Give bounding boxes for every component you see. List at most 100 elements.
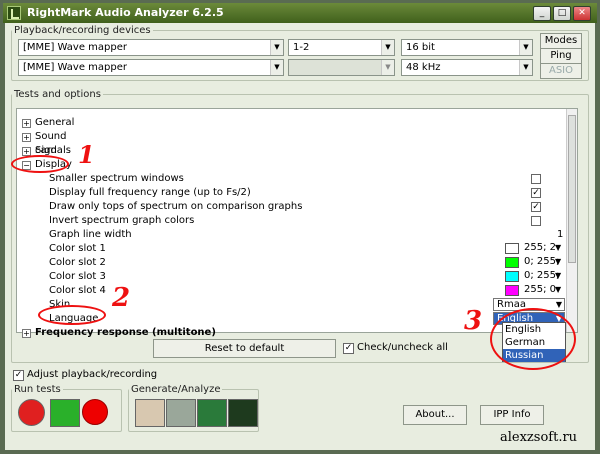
waveform-icon[interactable]	[166, 399, 196, 427]
annotation-number: 1	[78, 140, 95, 169]
chevron-down-icon: ▼	[270, 40, 283, 55]
color-slot-picker[interactable]: 255; 2 ▼	[505, 242, 565, 255]
option-checkbox[interactable]: ✓	[531, 188, 541, 198]
reset-default-button[interactable]: Reset to default	[153, 339, 336, 358]
expand-icon[interactable]: +	[22, 329, 31, 338]
color-swatch	[505, 285, 519, 296]
option-label: Graph line width	[49, 229, 132, 240]
channels-value: 1-2	[293, 42, 310, 53]
analyze-icon[interactable]	[197, 399, 227, 427]
annotation-circle-language	[38, 305, 106, 325]
option-color-slot-4: Color slot 4 255; 0 ▼	[17, 284, 567, 298]
option-checkbox[interactable]	[531, 174, 541, 184]
chevron-down-icon: ▼	[555, 300, 562, 309]
speaker-icon[interactable]	[50, 399, 80, 427]
playback-device-value: [MME] Wave mapper	[23, 42, 128, 53]
ipp-info-button[interactable]: IPP Info	[480, 405, 544, 425]
playback-device-select[interactable]: [MME] Wave mapper ▼	[18, 39, 284, 56]
option-label: Color slot 3	[49, 271, 106, 282]
adjust-checkbox[interactable]: ✓	[13, 370, 24, 381]
tree-node-label: General	[35, 117, 75, 128]
option-checkbox[interactable]	[531, 216, 541, 226]
minimize-button[interactable]: _	[533, 6, 551, 21]
chevron-down-icon: ▼	[555, 285, 562, 294]
app-window: RightMark Audio Analyzer 6.2.5 _ □ ✕ Pla…	[0, 0, 600, 454]
color-slot-picker[interactable]: 0; 255; ▼	[505, 256, 565, 269]
chevron-down-icon: ▼	[381, 60, 394, 75]
color-slot-picker[interactable]: 0; 255; ▼	[505, 270, 565, 283]
sample-rate-value: 48 kHz	[406, 62, 441, 73]
about-button[interactable]: About...	[403, 405, 467, 425]
playback-legend: Playback/recording devices	[14, 25, 151, 36]
color-value: 255; 0	[524, 284, 556, 295]
check-all-checkbox[interactable]: ✓	[343, 343, 354, 354]
color-swatch	[505, 257, 519, 268]
chevron-down-icon: ▼	[555, 243, 562, 252]
test-all-icon[interactable]	[18, 399, 45, 426]
modes-button[interactable]: Modes	[540, 33, 582, 49]
scrollbar-thumb[interactable]	[568, 115, 576, 263]
channels-select[interactable]: 1-2 ▼	[288, 39, 395, 56]
options-tree: + General + Sound card + Signals − Display S…	[16, 108, 578, 338]
color-slot-picker[interactable]: 255; 0 ▼	[505, 284, 565, 297]
adjust-label: Adjust playback/recording	[27, 369, 158, 380]
chevron-down-icon: ▼	[555, 257, 562, 266]
option-label: Color slot 1	[49, 243, 106, 254]
annotation-number: 2	[112, 283, 131, 313]
annotation-circle-display	[11, 155, 69, 173]
app-icon	[7, 6, 21, 20]
chevron-down-icon: ▼	[270, 60, 283, 75]
spectrum-icon[interactable]	[228, 399, 258, 427]
tree-node-frequency-response[interactable]: + Frequency response (multitone)	[17, 326, 567, 340]
option-graph-line-width: Graph line width 1	[17, 228, 567, 242]
asio-button: ASIO	[540, 63, 582, 79]
tree-scrollbar[interactable]	[566, 109, 577, 332]
option-color-slot-2: Color slot 2 0; 255; ▼	[17, 256, 567, 270]
option-color-slot-1: Color slot 1 255; 2 ▼	[17, 242, 567, 256]
channels-select-2: ▼	[288, 59, 395, 76]
chevron-down-icon: ▼	[519, 60, 532, 75]
recording-device-value: [MME] Wave mapper	[23, 62, 128, 73]
option-smaller-spectrum: Smaller spectrum windows	[17, 172, 567, 186]
expand-icon[interactable]: +	[22, 119, 31, 128]
option-label: Smaller spectrum windows	[49, 173, 184, 184]
option-label: Color slot 2	[49, 257, 106, 268]
ping-button[interactable]: Ping	[540, 48, 582, 64]
color-swatch	[505, 271, 519, 282]
client-area: Playback/recording devices [MME] Wave ma…	[5, 23, 595, 450]
color-swatch	[505, 243, 519, 254]
generate-analyze-legend: Generate/Analyze	[131, 384, 221, 395]
chevron-down-icon: ▼	[519, 40, 532, 55]
sample-rate-select[interactable]: 48 kHz ▼	[401, 59, 533, 76]
option-invert-colors: Invert spectrum graph colors	[17, 214, 567, 228]
tests-legend: Tests and options	[14, 89, 101, 100]
option-full-frequency: Display full frequency range (up to Fs/2…	[17, 186, 567, 200]
option-label: Invert spectrum graph colors	[49, 215, 195, 226]
title-bar: RightMark Audio Analyzer 6.2.5 _ □ ✕	[3, 3, 597, 23]
watermark: alexzsoft.ru	[500, 430, 578, 445]
option-color-slot-3: Color slot 3 0; 255; ▼	[17, 270, 567, 284]
option-checkbox[interactable]: ✓	[531, 202, 541, 212]
chevron-down-icon: ▼	[555, 271, 562, 280]
tree-node-label: Frequency response (multitone)	[35, 327, 216, 338]
option-label: Display full frequency range (up to Fs/2…	[49, 187, 251, 198]
record-icon[interactable]	[82, 399, 108, 425]
recording-device-select[interactable]: [MME] Wave mapper ▼	[18, 59, 284, 76]
option-label: Color slot 4	[49, 285, 106, 296]
maximize-button[interactable]: □	[553, 6, 571, 21]
option-draw-tops: Draw only tops of spectrum on comparison…	[17, 200, 567, 214]
expand-icon[interactable]: +	[22, 133, 31, 142]
chevron-down-icon: ▼	[381, 40, 394, 55]
window-title: RightMark Audio Analyzer 6.2.5	[27, 6, 224, 19]
annotation-circle-dropdown	[490, 308, 576, 370]
annotation-number: 3	[464, 306, 483, 336]
option-label: Draw only tops of spectrum on comparison…	[49, 201, 303, 212]
bit-depth-select[interactable]: 16 bit ▼	[401, 39, 533, 56]
option-value[interactable]: 1	[557, 228, 563, 242]
generate-icon[interactable]	[135, 399, 165, 427]
run-tests-legend: Run tests	[14, 384, 61, 395]
check-all-label: Check/uncheck all	[357, 342, 448, 353]
bit-depth-value: 16 bit	[406, 42, 435, 53]
close-button[interactable]: ✕	[573, 6, 591, 21]
color-value: 255; 2	[524, 242, 556, 253]
